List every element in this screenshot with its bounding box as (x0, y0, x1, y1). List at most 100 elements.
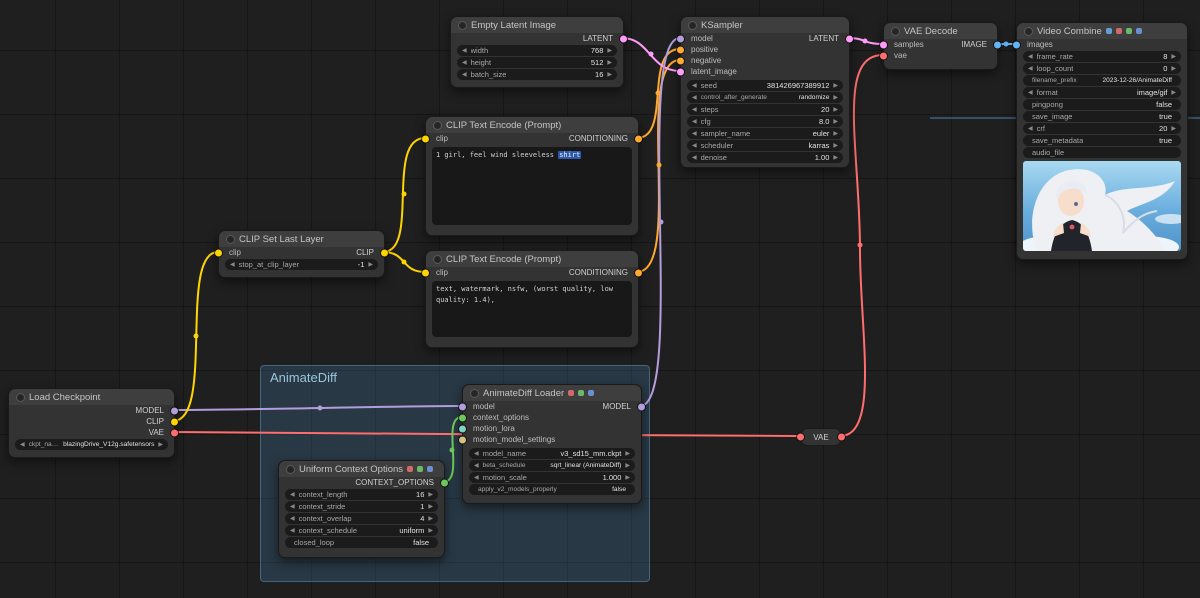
collapse-dot-icon[interactable] (688, 20, 697, 30)
increment-arrow-icon[interactable]: ▶ (607, 72, 612, 78)
collapse-dot-icon[interactable] (433, 254, 442, 264)
increment-arrow-icon[interactable]: ▶ (607, 48, 612, 54)
increment-arrow-icon[interactable]: ▶ (833, 95, 838, 101)
context-options-output-port[interactable] (441, 479, 448, 486)
steps-widget[interactable]: ◀ steps 20 ▶ (687, 104, 843, 115)
collapse-dot-icon[interactable] (470, 388, 479, 398)
node-uniform-context-options[interactable]: Uniform Context Options CONTEXT_OPTIONS … (278, 460, 448, 558)
collapse-dot-icon[interactable] (458, 20, 467, 30)
context-options-input-port[interactable] (459, 414, 466, 421)
node-empty-latent-image[interactable]: Empty Latent Image LATENT ◀ width 768 ▶ ◀ he… (450, 16, 627, 88)
clip-output-port[interactable] (171, 418, 178, 425)
format-widget[interactable]: ◀ format image/gif ▶ (1023, 87, 1181, 98)
motion-scale-widget[interactable]: ◀ motion_scale 1.000 ▶ (469, 472, 635, 483)
decrement-arrow-icon[interactable]: ◀ (692, 83, 697, 89)
decrement-arrow-icon[interactable]: ◀ (692, 131, 697, 137)
loop-count-widget[interactable]: ◀ loop_count 0 ▶ (1023, 63, 1181, 74)
increment-arrow-icon[interactable]: ▶ (833, 107, 838, 113)
apply-v2-models-properly-toggle[interactable]: apply_v2_models_properly false (469, 484, 635, 495)
cfg-widget[interactable]: ◀ cfg 8.0 ▶ (687, 116, 843, 127)
denoise-widget[interactable]: ◀ denoise 1.00 ▶ (687, 152, 843, 163)
decrement-arrow-icon[interactable]: ◀ (462, 60, 467, 66)
decrement-arrow-icon[interactable]: ◀ (290, 516, 295, 522)
conditioning-output-port[interactable] (635, 135, 642, 142)
control-after-generate-widget[interactable]: ◀ control_after_generate randomize ▶ (687, 92, 843, 103)
node-clip-set-last-layer[interactable]: CLIP Set Last Layer clip CLIP ◀ stop_at_cl… (215, 230, 388, 278)
decrement-arrow-icon[interactable]: ◀ (692, 155, 697, 161)
increment-arrow-icon[interactable]: ▶ (625, 451, 630, 457)
node-video-combine[interactable]: Video Combine images ◀ frame_rate 8 ▶ ◀ loop… (1013, 22, 1188, 260)
collapse-dot-icon[interactable] (286, 464, 295, 474)
pingpong-toggle[interactable]: pingpong false (1023, 99, 1181, 110)
increment-arrow-icon[interactable]: ▶ (1171, 54, 1176, 60)
increment-arrow-icon[interactable]: ▶ (833, 131, 838, 137)
decrement-arrow-icon[interactable]: ◀ (20, 442, 25, 448)
decrement-arrow-icon[interactable]: ◀ (462, 72, 467, 78)
increment-arrow-icon[interactable]: ▶ (607, 60, 612, 66)
node-clip-text-encode-negative[interactable]: CLIP Text Encode (Prompt) clip CONDITIONI… (422, 250, 642, 348)
samples-input-port[interactable] (880, 41, 887, 48)
model-output-port[interactable] (171, 407, 178, 414)
clip-input-port[interactable] (422, 135, 429, 142)
vae-output-port[interactable] (171, 429, 178, 436)
save-image-toggle[interactable]: save_image true (1023, 111, 1181, 122)
context-schedule-widget[interactable]: ◀ context_schedule uniform ▶ (285, 525, 438, 536)
decrement-arrow-icon[interactable]: ◀ (692, 95, 697, 101)
increment-arrow-icon[interactable]: ▶ (833, 119, 838, 125)
collapse-dot-icon[interactable] (433, 120, 442, 130)
collapse-dot-icon[interactable] (891, 26, 900, 36)
stop-at-clip-layer-widget[interactable]: ◀ stop_at_clip_layer -1 ▶ (225, 259, 378, 270)
latent-image-input-port[interactable] (677, 68, 684, 75)
increment-arrow-icon[interactable]: ▶ (833, 83, 838, 89)
increment-arrow-icon[interactable]: ▶ (1171, 126, 1176, 132)
latent-output-port[interactable] (846, 35, 853, 42)
vae-input-port[interactable] (797, 433, 804, 441)
model-input-port[interactable] (677, 35, 684, 42)
motion-model-settings-input-port[interactable] (459, 436, 466, 443)
width-widget[interactable]: ◀ width 768 ▶ (457, 45, 617, 56)
closed-loop-toggle[interactable]: closed_loop false (285, 537, 438, 548)
node-animatediff-loader[interactable]: AnimateDiff Loader model MODEL context_op… (459, 384, 645, 504)
decrement-arrow-icon[interactable]: ◀ (1028, 54, 1033, 60)
positive-prompt-textarea[interactable]: 1 girl, feel wind sleeveless shirt (432, 147, 632, 225)
decrement-arrow-icon[interactable]: ◀ (1028, 66, 1033, 72)
increment-arrow-icon[interactable]: ▶ (1171, 90, 1176, 96)
vae-input-port[interactable] (880, 52, 887, 59)
sampler-name-widget[interactable]: ◀ sampler_name euler ▶ (687, 128, 843, 139)
positive-input-port[interactable] (677, 46, 684, 53)
crf-widget[interactable]: ◀ crf 20 ▶ (1023, 123, 1181, 134)
decrement-arrow-icon[interactable]: ◀ (474, 475, 479, 481)
decrement-arrow-icon[interactable]: ◀ (1028, 126, 1033, 132)
decrement-arrow-icon[interactable]: ◀ (692, 119, 697, 125)
increment-arrow-icon[interactable]: ▶ (428, 492, 433, 498)
increment-arrow-icon[interactable]: ▶ (1171, 66, 1176, 72)
node-graph-canvas[interactable]: AnimateDiff Empty Latent Image LATENT ◀ … (0, 0, 1200, 598)
decrement-arrow-icon[interactable]: ◀ (230, 262, 235, 268)
beta-schedule-widget[interactable]: ◀ beta_schedule sqrt_linear (AnimateDiff) ▶ (469, 460, 635, 471)
model-name-widget[interactable]: ◀ model_name v3_sd15_mm.ckpt ▶ (469, 448, 635, 459)
filename-prefix-widget[interactable]: filename_prefix 2023-12-26/AnimateDiff (1023, 75, 1181, 86)
increment-arrow-icon[interactable]: ▶ (428, 516, 433, 522)
collapse-dot-icon[interactable] (226, 234, 235, 244)
ckpt-name-widget[interactable]: ◀ ckpt_name blazingDrive_V12g.safetensors ▶ (15, 439, 168, 450)
scheduler-widget[interactable]: ◀ scheduler karras ▶ (687, 140, 843, 151)
decrement-arrow-icon[interactable]: ◀ (692, 143, 697, 149)
decrement-arrow-icon[interactable]: ◀ (1028, 90, 1033, 96)
vae-output-port[interactable] (838, 433, 845, 441)
increment-arrow-icon[interactable]: ▶ (833, 155, 838, 161)
decrement-arrow-icon[interactable]: ◀ (462, 48, 467, 54)
node-clip-text-encode-positive[interactable]: CLIP Text Encode (Prompt) clip CONDITIONI… (422, 116, 642, 236)
seed-widget[interactable]: ◀ seed 381426967389912 ▶ (687, 80, 843, 91)
increment-arrow-icon[interactable]: ▶ (158, 442, 163, 448)
decrement-arrow-icon[interactable]: ◀ (290, 504, 295, 510)
clip-output-port[interactable] (381, 249, 388, 256)
conditioning-output-port[interactable] (635, 269, 642, 276)
model-output-port[interactable] (638, 403, 645, 410)
collapse-dot-icon[interactable] (1024, 26, 1033, 36)
model-input-port[interactable] (459, 403, 466, 410)
node-vae-reroute[interactable]: VAE (797, 428, 845, 446)
increment-arrow-icon[interactable]: ▶ (368, 262, 373, 268)
increment-arrow-icon[interactable]: ▶ (625, 463, 630, 469)
decrement-arrow-icon[interactable]: ◀ (290, 492, 295, 498)
decrement-arrow-icon[interactable]: ◀ (290, 528, 295, 534)
